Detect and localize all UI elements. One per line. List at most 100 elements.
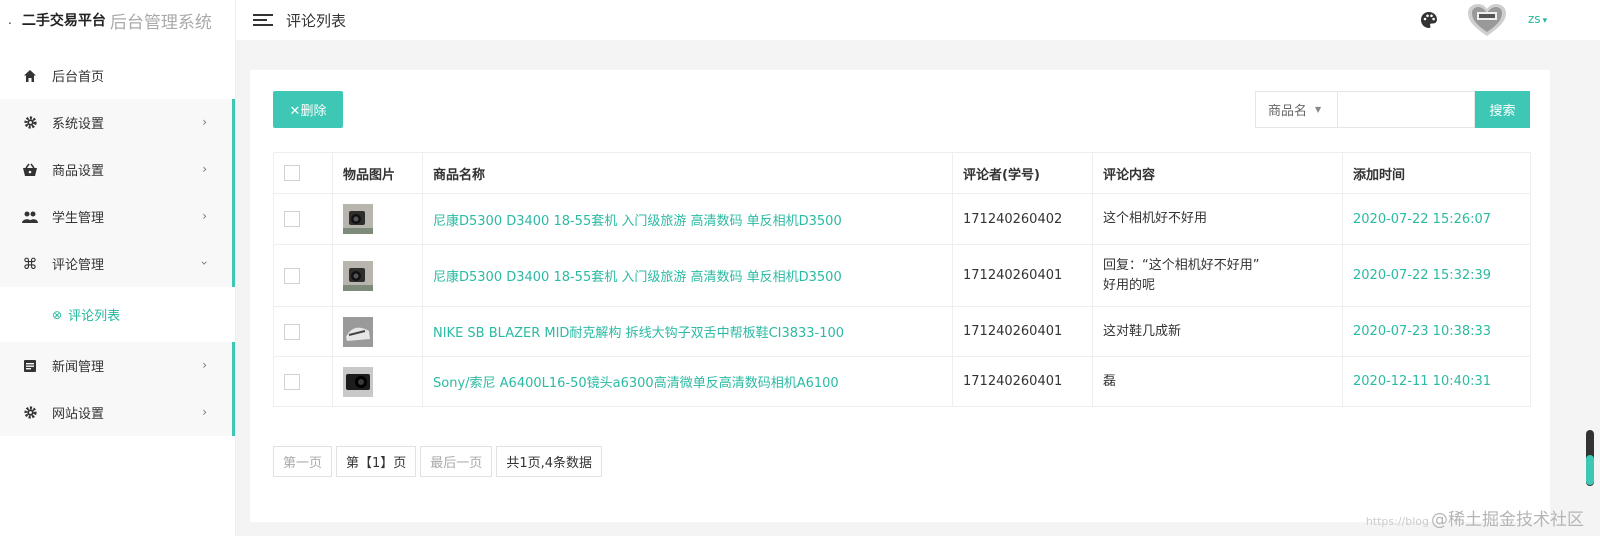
sidebar-subitem-comment-list[interactable]: ⊗ 评论列表 (0, 287, 235, 342)
watermark-text: @稀土掘金技术社区 (1431, 510, 1584, 530)
column-header-content: 评论内容 (1092, 152, 1343, 194)
chevron-right-icon: › (202, 405, 207, 419)
people-icon (22, 209, 38, 225)
sidebar-item-home[interactable]: 后台首页 (0, 52, 235, 99)
table-row: 尼康D5300 D3400 18-55套机 入门级旅游 高清数码 单反相机D35… (273, 244, 1531, 307)
user-menu[interactable]: zs ▾ (1528, 12, 1547, 26)
avatar[interactable] (1464, 2, 1510, 38)
search-group: 商品名 ▼ 搜索 (1255, 91, 1530, 128)
sidebar-item-label: 后台首页 (52, 70, 105, 85)
sidebar-item-student-management[interactable]: 学生管理 › (0, 193, 235, 240)
brand-prefix: . (8, 13, 12, 27)
sidebar-menu: 后台首页 系统设置 › 商品设置 › 学生管理 › ⌘ 评论管理 › ⊗ 评论列… (0, 52, 235, 436)
top-header: 评论列表 zs ▾ (236, 0, 1600, 40)
page-title: 评论列表 (286, 11, 347, 30)
watermark: https://blog @稀土掘金技术社区 (1366, 505, 1584, 530)
comment-content: 回复：“这个相机好不好用” 好用的呢 (1092, 244, 1343, 307)
sidebar-item-label: 学生管理 (52, 211, 105, 226)
brand-subtitle: 后台管理系统 (109, 12, 212, 33)
product-thumbnail[interactable] (343, 366, 373, 397)
sidebar-item-label: 网站设置 (52, 407, 105, 422)
sidebar-item-site-settings[interactable]: 网站设置 › (0, 389, 235, 436)
reviewer-id: 171240260401 (952, 244, 1093, 307)
user-name: zs (1528, 12, 1541, 26)
last-page-button[interactable]: 最后一页 (420, 446, 493, 477)
main-panel: ✕删除 商品名 ▼ 搜索 物品图片 商品名称 评论者(学号) 评论内容 添加时间 (250, 70, 1550, 522)
product-thumbnail[interactable] (343, 316, 373, 347)
sidebar-item-label: 商品设置 (52, 164, 105, 179)
sidebar-item-product-settings[interactable]: 商品设置 › (0, 146, 235, 193)
comment-text: 磊 (1103, 373, 1117, 389)
chevron-right-icon: › (202, 162, 207, 176)
product-thumbnail[interactable] (343, 260, 373, 291)
sidebar: . 二手交易平台 后台管理系统 后台首页 系统设置 › 商品设置 › 学生管理 … (0, 0, 236, 536)
chevron-right-icon: › (202, 358, 207, 372)
product-name-link[interactable]: Sony/索尼 A6400L16-50镜头a6300高清微单反高清数码相机A61… (433, 376, 839, 391)
delete-button[interactable]: ✕删除 (273, 91, 343, 128)
basket-icon (22, 162, 38, 178)
comment-content: 磊 (1092, 356, 1343, 407)
home-icon (22, 68, 38, 84)
pagination: 第一页 第【1】页 最后一页 共1页,4条数据 (273, 446, 602, 477)
reviewer-id: 171240260402 (952, 193, 1093, 245)
pagination-info: 共1页,4条数据 (496, 446, 602, 477)
command-icon: ⌘ (22, 254, 38, 273)
column-header-reviewer: 评论者(学号) (952, 152, 1093, 194)
select-all-checkbox[interactable] (284, 165, 300, 181)
brand: . 二手交易平台 后台管理系统 (0, 0, 235, 40)
row-checkbox[interactable] (284, 211, 300, 227)
search-field-select[interactable]: 商品名 ▼ (1255, 91, 1338, 128)
sidebar-item-label: 评论管理 (52, 258, 105, 273)
brand-title: 二手交易平台 (21, 13, 106, 29)
row-checkbox[interactable] (284, 373, 300, 390)
caret-down-icon: ▼ (1315, 105, 1322, 114)
comment-list-icon: ⊗ (52, 307, 63, 322)
chevron-down-icon: › (197, 260, 212, 266)
comment-content: 这对鞋几成新 (1092, 306, 1343, 357)
product-thumbnail[interactable] (343, 204, 373, 234)
news-icon (22, 358, 38, 374)
header-checkbox-cell (273, 152, 333, 194)
product-name-link[interactable]: NIKE SB BLAZER MID耐克解构 拆线大钩子双舌中帮板鞋CI3833… (433, 326, 844, 341)
first-page-button[interactable]: 第一页 (273, 446, 333, 477)
comments-table: 物品图片 商品名称 评论者(学号) 评论内容 添加时间 尼康D5300 D340… (273, 152, 1531, 407)
table-header-row: 物品图片 商品名称 评论者(学号) 评论内容 添加时间 (273, 152, 1531, 194)
reviewer-id: 171240260401 (952, 356, 1093, 407)
table-row: NIKE SB BLAZER MID耐克解构 拆线大钩子双舌中帮板鞋CI3833… (273, 306, 1531, 357)
comment-content: 这个相机好不好用 (1092, 193, 1343, 245)
current-page-button[interactable]: 第【1】页 (336, 446, 417, 477)
column-header-time: 添加时间 (1342, 152, 1531, 194)
page-scrollbar-thumb[interactable] (1586, 455, 1594, 485)
table-row: 尼康D5300 D3400 18-55套机 入门级旅游 高清数码 单反相机D35… (273, 193, 1531, 245)
sidebar-item-news-management[interactable]: 新闻管理 › (0, 342, 235, 389)
sidebar-item-system-settings[interactable]: 系统设置 › (0, 99, 235, 146)
sidebar-item-comment-management[interactable]: ⌘ 评论管理 › (0, 240, 235, 287)
watermark-prefix: https://blog (1365, 515, 1429, 528)
added-time: 2020-07-23 10:38:33 (1353, 324, 1492, 339)
row-checkbox[interactable] (284, 267, 300, 284)
chevron-right-icon: › (202, 115, 207, 129)
product-name-link[interactable]: 尼康D5300 D3400 18-55套机 入门级旅游 高清数码 单反相机D35… (433, 214, 842, 229)
search-input[interactable] (1338, 91, 1475, 128)
gear-icon (22, 405, 38, 421)
chevron-right-icon: › (202, 209, 207, 223)
comment-text: 这对鞋几成新 (1103, 323, 1182, 339)
comment-text: 这个相机好不好用 (1103, 211, 1208, 226)
added-time: 2020-07-22 15:26:07 (1353, 211, 1492, 227)
product-name-link[interactable]: 尼康D5300 D3400 18-55套机 入门级旅游 高清数码 单反相机D35… (433, 270, 842, 285)
sidebar-item-label: 系统设置 (52, 117, 105, 132)
added-time: 2020-07-22 15:32:39 (1353, 268, 1492, 283)
table-row: Sony/索尼 A6400L16-50镜头a6300高清微单反高清数码相机A61… (273, 356, 1531, 407)
sidebar-item-label: 新闻管理 (52, 360, 105, 375)
sidebar-subitem-label: 评论列表 (68, 309, 121, 324)
search-field-value: 商品名 (1268, 104, 1308, 119)
reviewer-id: 171240260401 (952, 306, 1093, 357)
comment-text-line2: 好用的呢 (1103, 277, 1156, 293)
palette-icon[interactable] (1420, 11, 1438, 29)
column-header-product: 商品名称 (422, 152, 953, 194)
gear-icon (22, 115, 38, 131)
search-button[interactable]: 搜索 (1475, 91, 1530, 128)
row-checkbox[interactable] (284, 323, 300, 340)
menu-toggle-icon[interactable] (253, 11, 273, 29)
column-header-image: 物品图片 (332, 152, 423, 194)
